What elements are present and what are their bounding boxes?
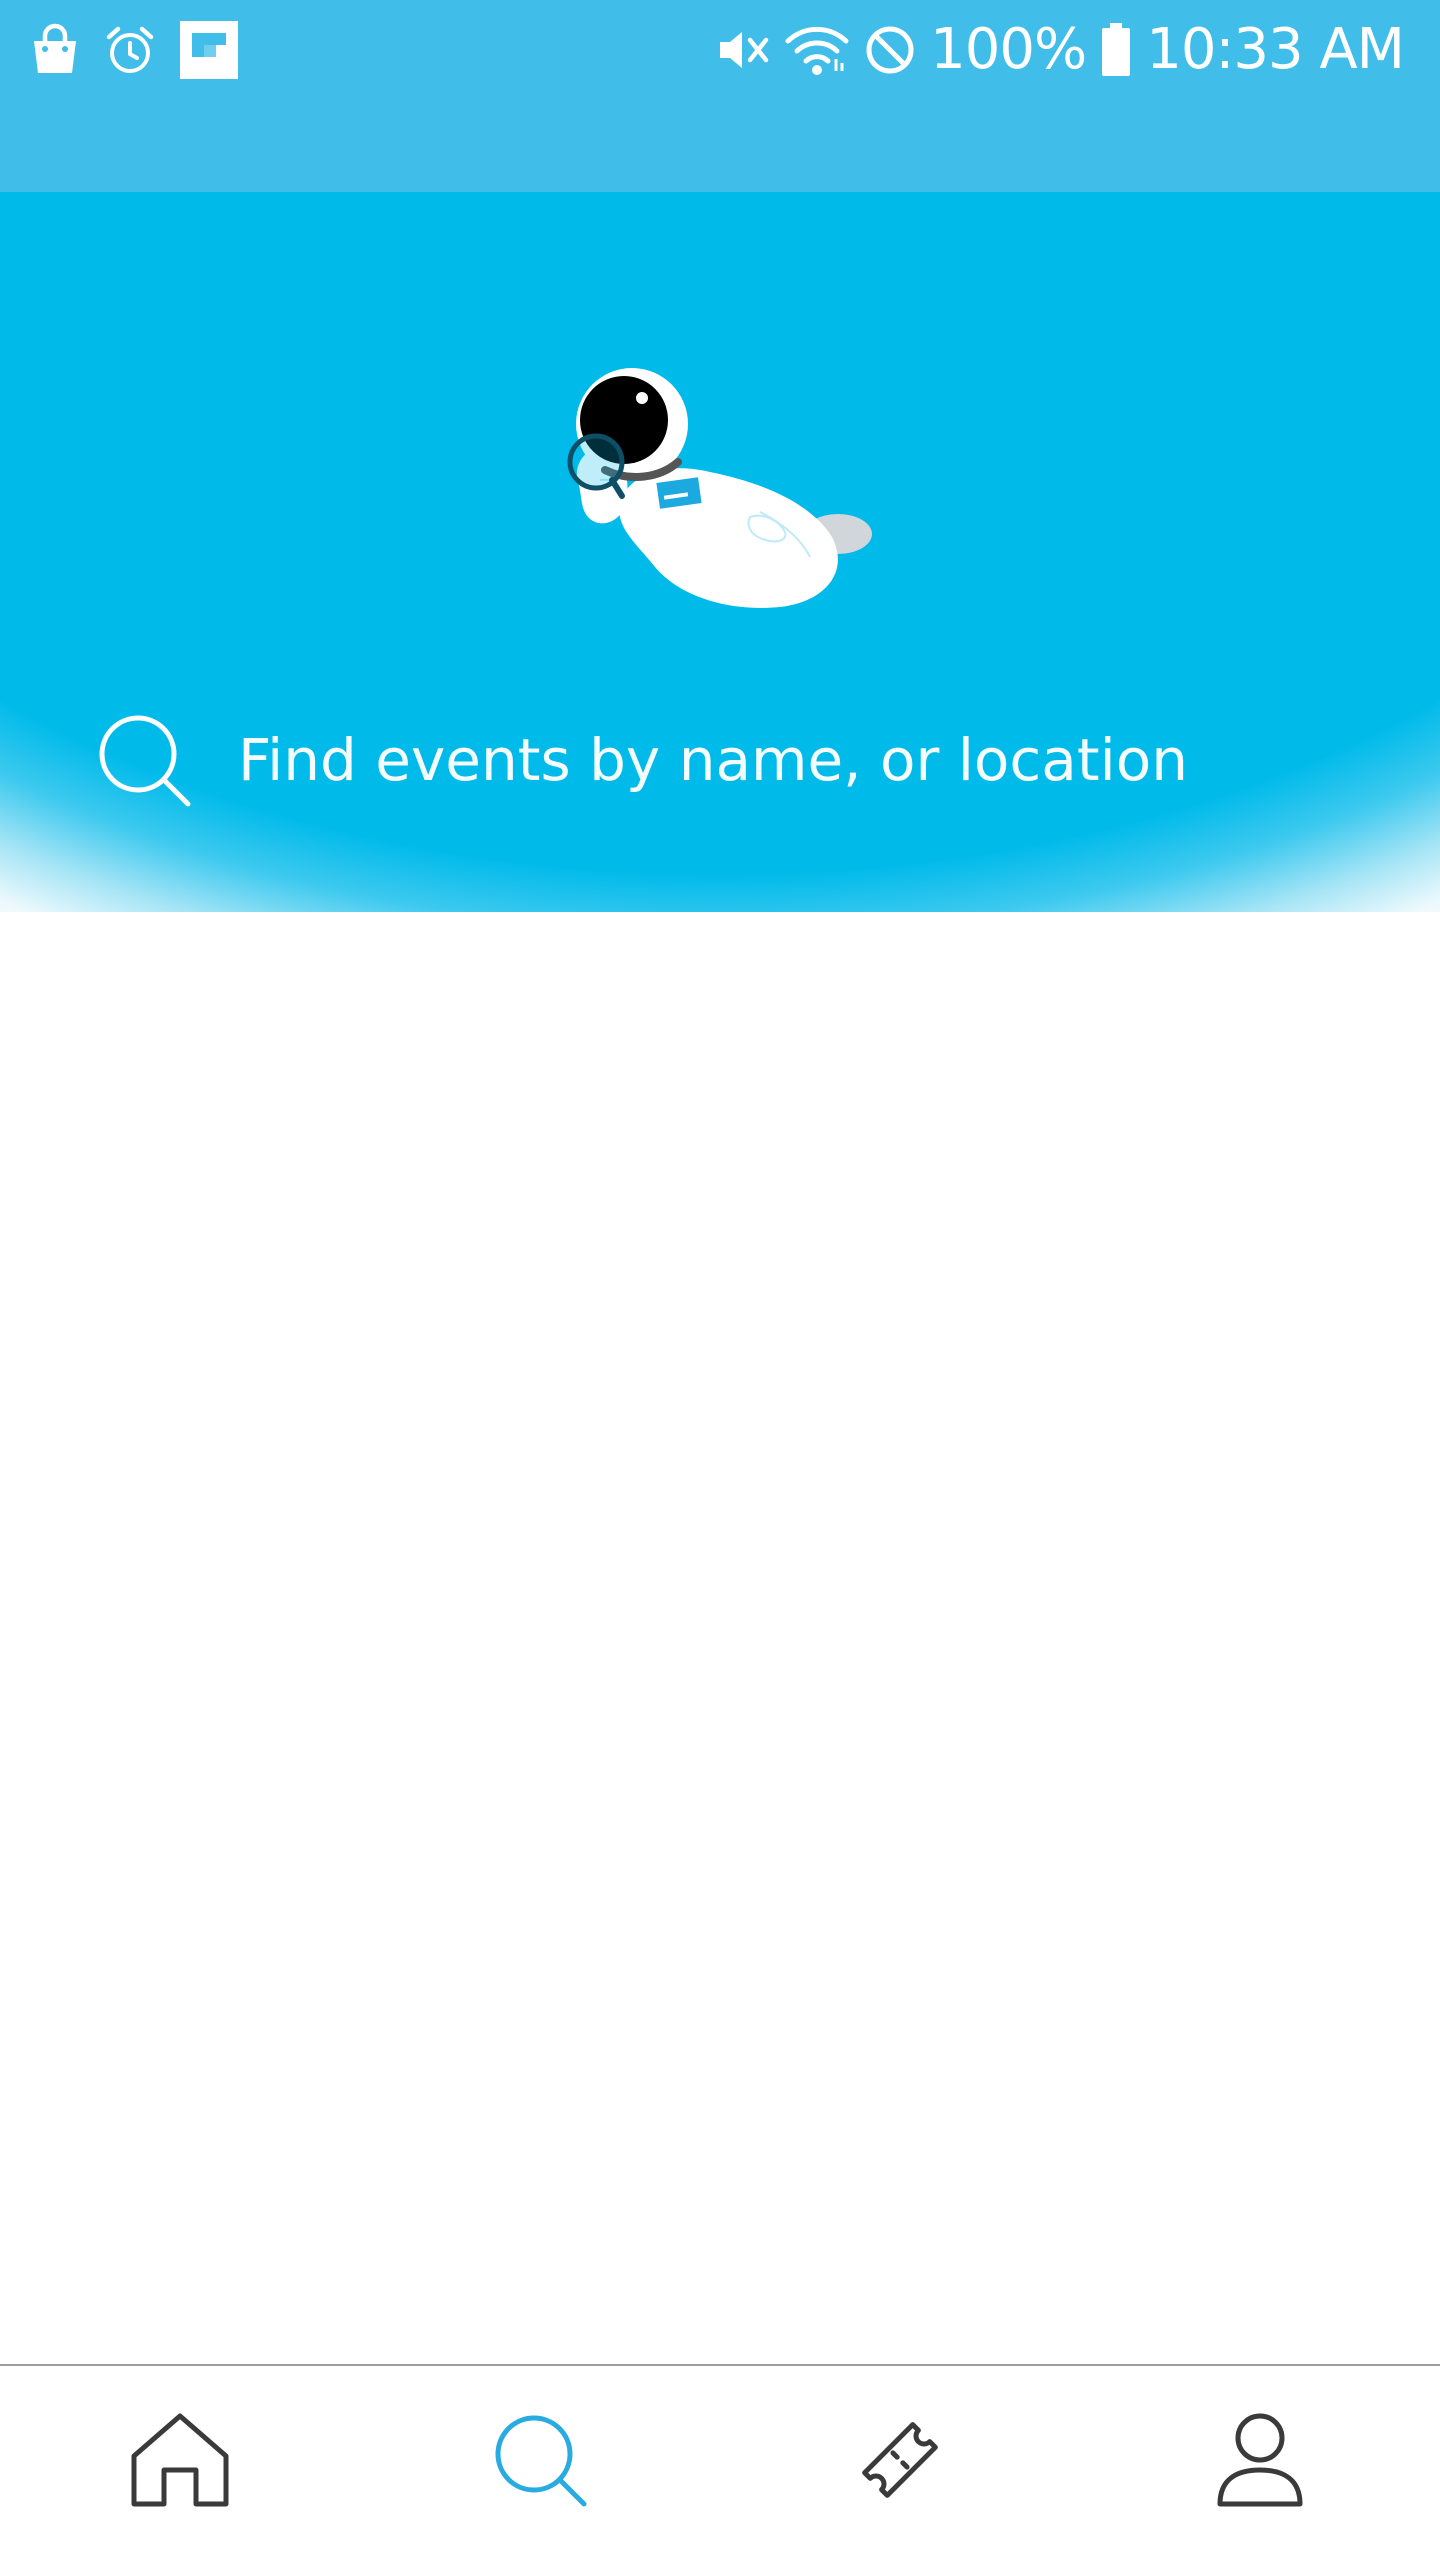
home-icon	[128, 2410, 232, 2510]
ticket-icon	[850, 2410, 950, 2510]
astronaut-illustration	[560, 362, 880, 642]
profile-icon	[1212, 2410, 1308, 2510]
battery-percent: 100%	[930, 17, 1087, 82]
status-bar: 100% 10:33 AM	[0, 0, 1440, 192]
alarm-icon	[104, 24, 156, 76]
flipboard-icon	[180, 21, 238, 79]
status-left-icons	[30, 18, 238, 82]
battery-icon	[1100, 23, 1132, 77]
do-not-disturb-icon	[864, 24, 916, 76]
search-icon	[96, 712, 192, 808]
nav-search[interactable]	[360, 2366, 720, 2560]
search-screen: 100% 10:33 AM Find events by name, or lo…	[0, 0, 1440, 2560]
status-time: 10:33 AM	[1146, 17, 1405, 82]
search-hero: Find events by name, or location	[0, 192, 1440, 912]
search-icon	[492, 2412, 588, 2508]
shopping-bag-icon	[30, 23, 80, 77]
nav-tickets[interactable]	[720, 2366, 1080, 2560]
wifi-icon	[784, 23, 850, 77]
search-input[interactable]: Find events by name, or location	[238, 720, 1188, 800]
nav-profile[interactable]	[1080, 2366, 1440, 2560]
bottom-navigation	[0, 2364, 1440, 2560]
search-bar[interactable]: Find events by name, or location	[96, 710, 1346, 810]
nav-home[interactable]	[0, 2366, 360, 2560]
status-right-icons: 100% 10:33 AM	[714, 14, 1405, 86]
vibrate-mute-icon	[714, 24, 770, 76]
